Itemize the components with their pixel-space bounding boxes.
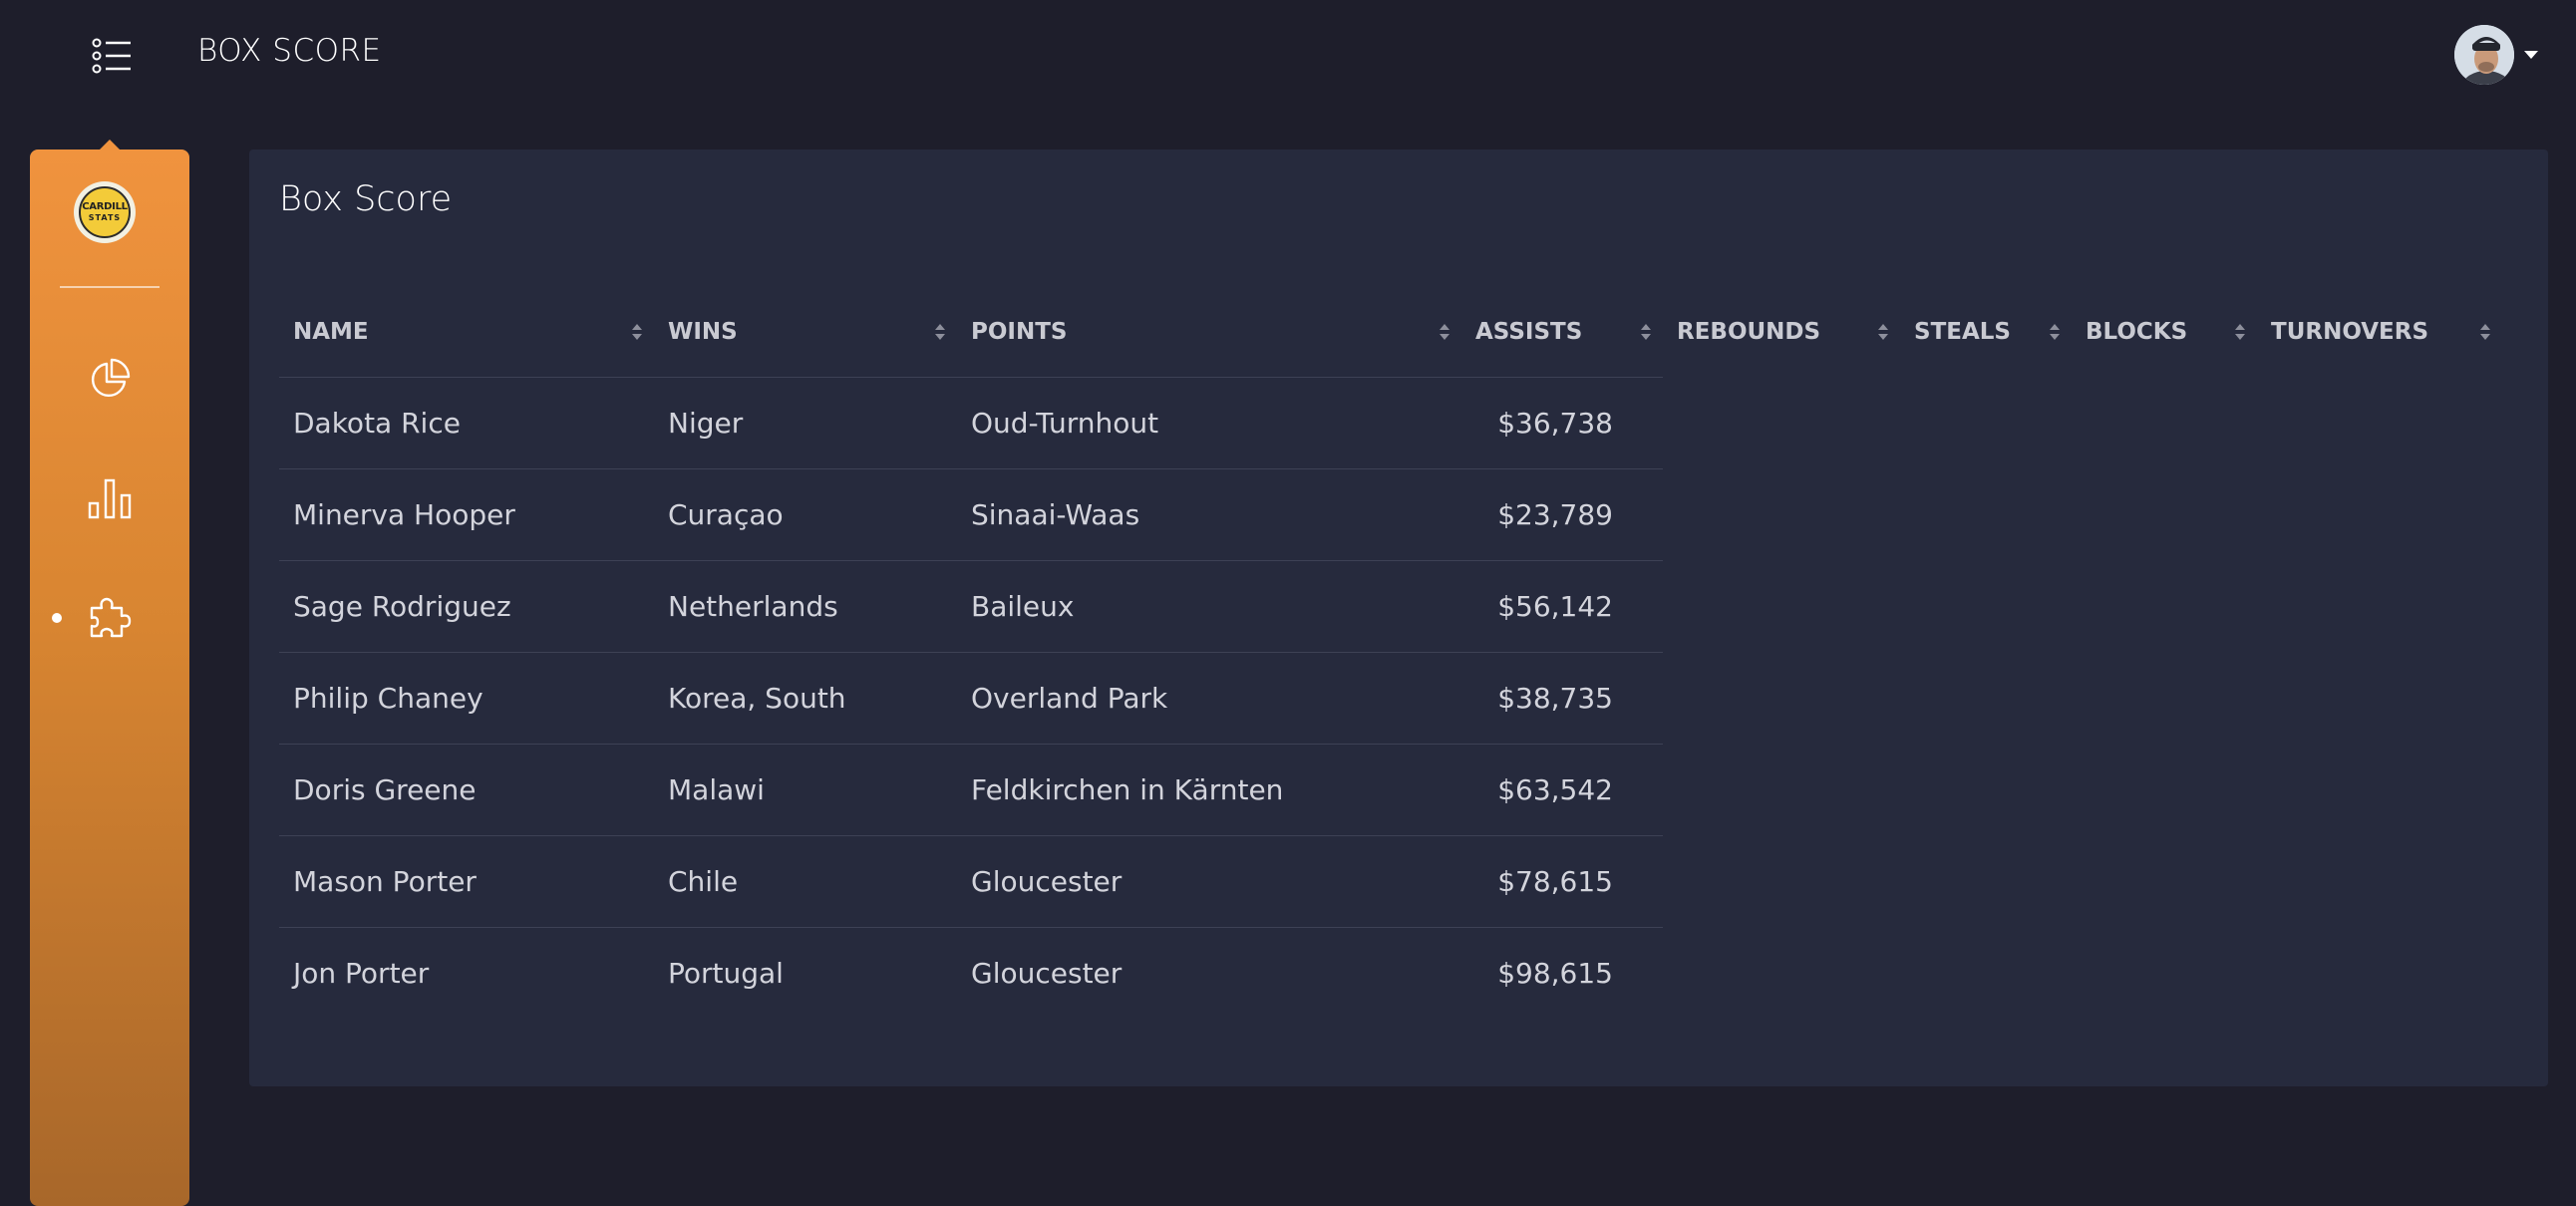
column-header-label: REBOUNDS bbox=[1677, 319, 1821, 345]
logo-badge: CARDILL STATS bbox=[79, 186, 131, 238]
cell-assists: $36,738 bbox=[1461, 377, 1663, 469]
empty-cell bbox=[1663, 652, 2502, 744]
active-indicator-dot bbox=[52, 613, 62, 623]
column-header-label: BLOCKS bbox=[2086, 319, 2188, 345]
sidebar-item-bar-chart[interactable] bbox=[30, 463, 189, 533]
sidebar-divider bbox=[60, 286, 160, 288]
pie-chart-icon bbox=[91, 358, 131, 398]
sort-icon bbox=[1878, 324, 1888, 340]
cell-name: Philip Chaney bbox=[279, 652, 654, 745]
cell-points: Feldkirchen in Kärnten bbox=[957, 744, 1461, 836]
table-row: Sage Rodriguez Netherlands Baileux $56,1… bbox=[279, 560, 2502, 653]
sidebar: CARDILL STATS bbox=[30, 150, 189, 1206]
empty-cell bbox=[1663, 468, 2502, 560]
sidebar-logo[interactable]: CARDILL STATS bbox=[74, 181, 136, 243]
box-score-card: Box Score NAME WINS POINTS ASSISTS REBOU… bbox=[249, 150, 2548, 1086]
column-header-turnovers[interactable]: TURNOVERS bbox=[2257, 287, 2502, 377]
column-header-name[interactable]: NAME bbox=[279, 287, 654, 378]
column-header-wins[interactable]: WINS bbox=[654, 287, 957, 378]
cell-wins: Netherlands bbox=[654, 560, 957, 653]
cell-name: Doris Greene bbox=[279, 744, 654, 836]
empty-cell bbox=[1663, 927, 2502, 1019]
sort-icon bbox=[2480, 324, 2490, 340]
column-header-label: TURNOVERS bbox=[2271, 319, 2429, 345]
user-menu[interactable] bbox=[2454, 25, 2538, 85]
list-bullets-icon bbox=[92, 38, 131, 74]
cell-points: Gloucester bbox=[971, 956, 1123, 990]
column-header-label: NAME bbox=[293, 318, 369, 345]
logo-text-line1: CARDILL bbox=[82, 201, 128, 212]
empty-cell bbox=[1663, 377, 2502, 468]
column-header-points[interactable]: POINTS bbox=[957, 287, 1461, 378]
navbar-title[interactable]: BOX SCORE bbox=[197, 33, 382, 69]
table-row: Mason Porter Chile Gloucester $78,615 bbox=[279, 835, 2502, 928]
cell-assists: $56,142 bbox=[1461, 560, 1663, 653]
sort-icon bbox=[632, 323, 642, 340]
cell-assists: $98,615 bbox=[1497, 956, 1613, 990]
box-score-table: NAME WINS POINTS ASSISTS REBOUNDS STEALS… bbox=[279, 287, 2502, 1019]
empty-cell bbox=[1663, 744, 2502, 835]
cell-wins: Niger bbox=[654, 377, 957, 469]
menu-toggle-button[interactable] bbox=[86, 30, 138, 82]
column-header-label: WINS bbox=[668, 318, 738, 345]
card-title: Box Score bbox=[279, 179, 453, 219]
empty-cell bbox=[1663, 560, 2502, 652]
cell-assists: $63,542 bbox=[1461, 744, 1663, 836]
cell-wins: Portugal bbox=[668, 956, 784, 990]
cell-points: Overland Park bbox=[957, 652, 1461, 745]
cell-name: Dakota Rice bbox=[279, 377, 654, 469]
column-header-label: ASSISTS bbox=[1475, 318, 1583, 345]
sidebar-item-puzzle[interactable] bbox=[30, 583, 189, 653]
cell-wins: Malawi bbox=[654, 744, 957, 836]
cell-name: Mason Porter bbox=[279, 835, 654, 928]
user-avatar-icon bbox=[2454, 25, 2514, 85]
logo-text-line2: STATS bbox=[88, 213, 122, 222]
sidebar-pointer bbox=[100, 140, 120, 150]
sort-icon bbox=[2235, 324, 2245, 340]
table-row: Dakota Rice Niger Oud-Turnhout $36,738 bbox=[279, 377, 2502, 469]
table-row: Jon Porter Portugal Gloucester $98,615 bbox=[279, 927, 2502, 1019]
table-header-row: NAME WINS POINTS ASSISTS REBOUNDS STEALS… bbox=[279, 287, 2502, 378]
column-header-label: STEALS bbox=[1914, 319, 2011, 345]
cell-name: Sage Rodriguez bbox=[279, 560, 654, 653]
cell-points: Oud-Turnhout bbox=[957, 377, 1461, 469]
cell-points: Baileux bbox=[957, 560, 1461, 653]
cell-points: Gloucester bbox=[957, 835, 1461, 928]
cell-points: Sinaai-Waas bbox=[957, 468, 1461, 561]
column-header-assists[interactable]: ASSISTS bbox=[1461, 287, 1663, 378]
column-header-blocks[interactable]: BLOCKS bbox=[2072, 287, 2257, 377]
top-navbar: BOX SCORE bbox=[0, 0, 2576, 110]
column-header-rebounds[interactable]: REBOUNDS bbox=[1663, 287, 1900, 377]
cell-assists: $23,789 bbox=[1461, 468, 1663, 561]
sort-icon bbox=[2050, 324, 2060, 340]
cell-assists: $38,735 bbox=[1461, 652, 1663, 745]
puzzle-piece-icon bbox=[90, 597, 132, 638]
cell-wins: Curaçao bbox=[654, 468, 957, 561]
cell-name: Minerva Hooper bbox=[279, 468, 654, 561]
table-row: Doris Greene Malawi Feldkirchen in Kärnt… bbox=[279, 744, 2502, 836]
cell-name: Jon Porter bbox=[293, 956, 430, 990]
sidebar-item-pie-chart[interactable] bbox=[30, 344, 189, 414]
cell-wins: Korea, South bbox=[654, 652, 957, 745]
chevron-down-icon bbox=[2524, 51, 2538, 59]
sort-icon bbox=[935, 323, 945, 340]
sort-icon bbox=[1641, 323, 1651, 340]
bar-chart-icon bbox=[88, 478, 132, 519]
empty-cell bbox=[1663, 835, 2502, 927]
cell-assists: $78,615 bbox=[1461, 835, 1663, 928]
avatar[interactable] bbox=[2454, 25, 2514, 85]
table-row: Minerva Hooper Curaçao Sinaai-Waas $23,7… bbox=[279, 468, 2502, 561]
cell-wins: Chile bbox=[654, 835, 957, 928]
sort-icon bbox=[1440, 323, 1449, 340]
column-header-label: POINTS bbox=[971, 318, 1068, 345]
table-row: Philip Chaney Korea, South Overland Park… bbox=[279, 652, 2502, 745]
column-header-steals[interactable]: STEALS bbox=[1900, 287, 2072, 377]
